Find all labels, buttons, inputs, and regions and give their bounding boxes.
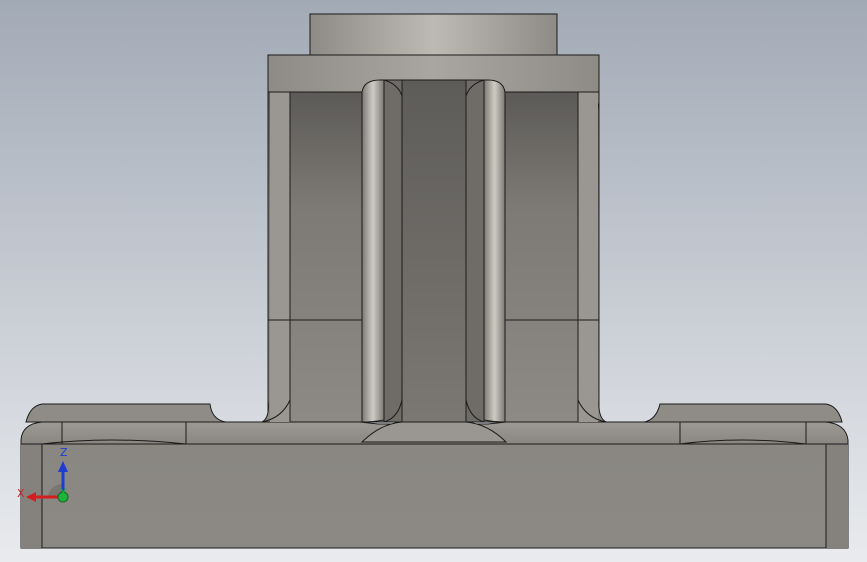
top-boss bbox=[309, 13, 558, 56]
x-axis-label: X bbox=[17, 487, 25, 500]
slot-right-wall bbox=[465, 79, 485, 423]
slot-left-wall bbox=[383, 79, 403, 423]
right-ledge bbox=[643, 403, 843, 423]
model-canvas[interactable]: X Z Y bbox=[0, 0, 867, 562]
base-front-face bbox=[20, 443, 849, 549]
left-inner-fillet bbox=[361, 79, 385, 423]
base-right-fillet bbox=[826, 444, 848, 548]
graphics-viewport[interactable]: X Z Y bbox=[0, 0, 867, 562]
center-slot bbox=[401, 79, 467, 423]
y-axis-label: Y bbox=[59, 486, 67, 499]
z-axis-label: Z bbox=[60, 446, 68, 459]
left-ledge bbox=[25, 403, 227, 423]
right-inner-fillet bbox=[483, 79, 506, 423]
